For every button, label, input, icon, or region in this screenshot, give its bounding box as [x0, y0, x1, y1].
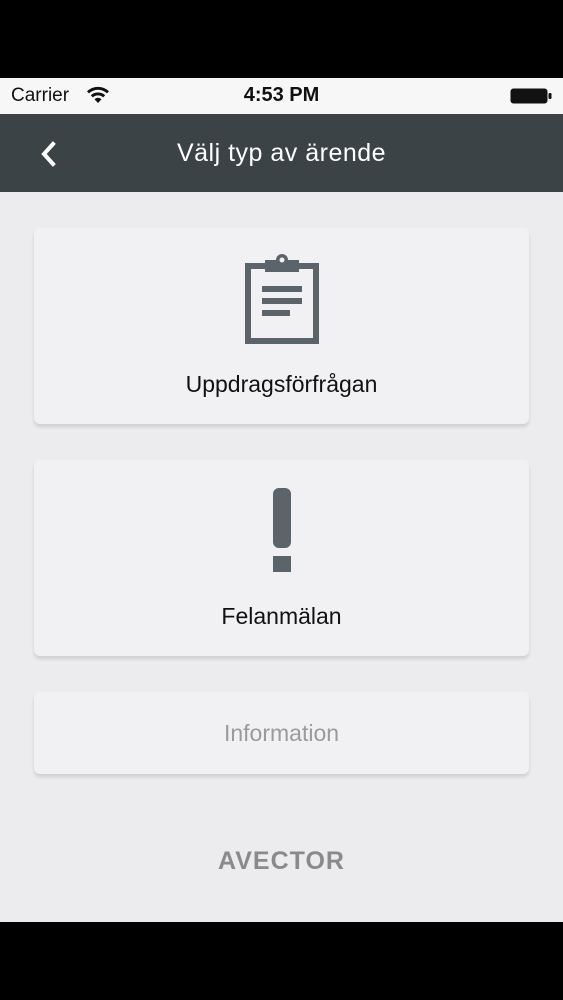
exclamation-icon: [34, 486, 529, 576]
clipboard-icon: [34, 254, 529, 344]
status-bar: Carrier 4:53 PM: [0, 78, 563, 114]
card-label: Information: [223, 720, 340, 746]
status-time: 4:53 PM: [243, 84, 320, 106]
chevron-left-icon: [41, 141, 56, 167]
information-card[interactable]: Information: [34, 692, 529, 774]
fault-report-card[interactable]: Felanmälan: [34, 460, 529, 656]
navigation-bar: Välj typ av ärende: [0, 114, 563, 192]
battery-icon: [510, 88, 552, 104]
main-content: Uppdragsförfrågan Felanmälan Information…: [0, 192, 563, 922]
assignment-request-card[interactable]: Uppdragsförfrågan: [34, 228, 529, 424]
page-title: Välj typ av ärende: [176, 139, 387, 167]
card-label: Uppdragsförfrågan: [185, 371, 378, 397]
phone-screen: Carrier 4:53 PM Välj typ av ärende Uppdr…: [0, 0, 563, 1000]
card-label: Felanmälan: [221, 603, 342, 629]
brand-logo: AVECTOR: [218, 847, 345, 875]
